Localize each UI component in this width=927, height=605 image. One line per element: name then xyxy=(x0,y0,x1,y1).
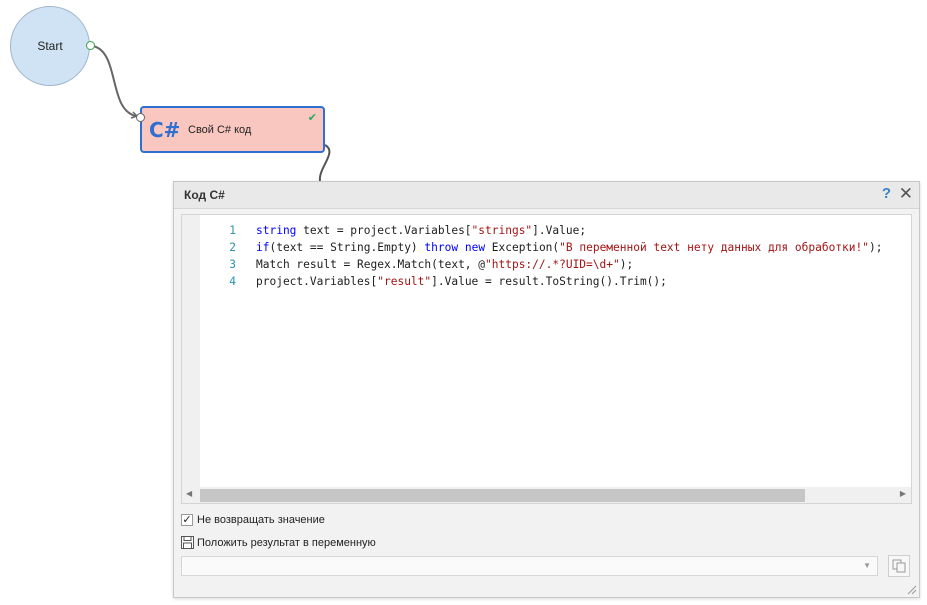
save-to-variable-label: Положить результат в переменную xyxy=(197,536,376,549)
scroll-right-icon[interactable]: ▶ xyxy=(900,489,906,498)
copy-button[interactable] xyxy=(888,555,910,577)
scrollbar-thumb[interactable] xyxy=(200,489,805,502)
horizontal-scrollbar[interactable]: ◀ ▶ xyxy=(182,487,911,503)
csharp-logo-icon: C# xyxy=(149,117,181,142)
editor-gutter xyxy=(182,215,200,487)
copy-icon xyxy=(892,559,906,573)
resize-grip-icon[interactable] xyxy=(905,583,917,595)
save-to-variable-option: Положить результат в переменную xyxy=(181,536,376,549)
variable-select[interactable]: ▼ xyxy=(181,556,878,576)
code-line[interactable]: 4 project.Variables["result"].Value = res… xyxy=(200,273,911,290)
no-return-label: Не возвращать значение xyxy=(197,514,325,526)
code-line[interactable]: 1 string text = project.Variables["string… xyxy=(200,222,911,239)
line-number: 2 xyxy=(229,241,236,254)
node-input-port[interactable] xyxy=(136,113,145,122)
no-return-option[interactable]: ✓ Не возвращать значение xyxy=(181,514,325,526)
node-title: Свой C# код xyxy=(188,123,252,136)
dialog-header: Код C# ? ✕ xyxy=(174,182,919,209)
start-node[interactable]: Start xyxy=(10,6,90,86)
chevron-down-icon[interactable]: ▼ xyxy=(863,561,871,570)
no-return-checkbox[interactable]: ✓ xyxy=(181,514,193,526)
csharp-code-node[interactable]: C# Свой C# код ✔ xyxy=(140,106,325,153)
line-number: 4 xyxy=(229,275,236,288)
close-icon[interactable]: ✕ xyxy=(899,184,913,204)
start-label: Start xyxy=(37,39,63,53)
dialog-title: Код C# xyxy=(184,188,225,202)
check-icon: ✔ xyxy=(307,112,317,124)
code-editor[interactable]: 1 string text = project.Variables["string… xyxy=(181,214,912,504)
scroll-left-icon[interactable]: ◀ xyxy=(186,489,192,498)
floppy-disk-icon xyxy=(181,536,194,549)
line-number: 1 xyxy=(229,224,236,237)
code-lines: 1 string text = project.Variables["string… xyxy=(200,222,911,290)
help-icon[interactable]: ? xyxy=(882,185,891,202)
line-number: 3 xyxy=(229,258,236,271)
code-dialog: Код C# ? ✕ 1 string text = project.Variab… xyxy=(173,181,920,598)
start-output-port[interactable] xyxy=(86,41,95,50)
code-text: project.Variables["result"].Value = resu… xyxy=(256,275,667,288)
code-text: if(text == String.Empty) throw new Excep… xyxy=(256,241,883,254)
code-text: string text = project.Variables["strings… xyxy=(256,224,587,237)
code-text: Match result = Regex.Match(text, @"https… xyxy=(256,258,634,271)
code-line[interactable]: 2 if(text == String.Empty) throw new Exce… xyxy=(200,239,911,256)
code-line[interactable]: 3 Match result = Regex.Match(text, @"http… xyxy=(200,256,911,273)
